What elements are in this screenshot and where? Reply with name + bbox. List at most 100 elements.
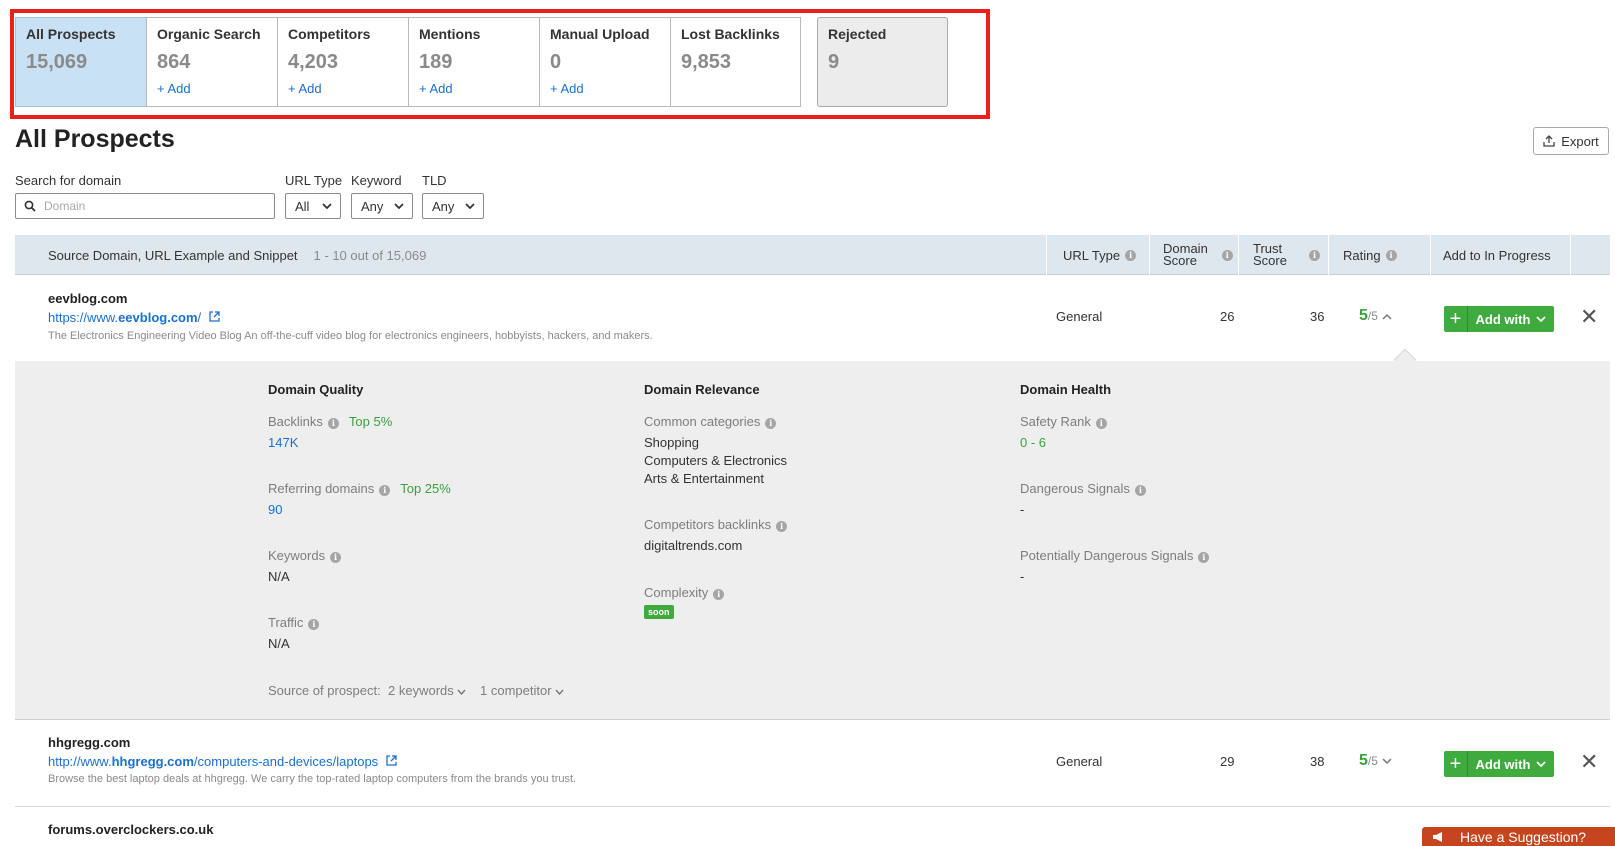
comp-backlinks-value: digitaltrends.com xyxy=(644,538,743,553)
tab-lost-backlinks[interactable]: Lost Backlinks 9,853 xyxy=(670,17,801,107)
header-url-type-label: URL Type xyxy=(1063,247,1121,263)
tab-mentions[interactable]: Mentions 189 + Add xyxy=(408,17,540,107)
row-url-link[interactable]: https://www.eevblog.com/ xyxy=(48,310,220,325)
domain-quality-title: Domain Quality xyxy=(268,382,364,397)
search-input[interactable] xyxy=(44,199,244,213)
info-icon[interactable]: i xyxy=(327,418,339,429)
tld-select[interactable]: Any xyxy=(422,193,484,219)
info-icon[interactable]: i xyxy=(330,552,342,563)
tab-all-prospects[interactable]: All Prospects 15,069 xyxy=(15,17,147,107)
reject-close-icon[interactable]: ✕ xyxy=(1580,749,1598,775)
tab-organic-search[interactable]: Organic Search 864 + Add xyxy=(146,17,278,107)
url-type-select[interactable]: All xyxy=(285,193,341,219)
traffic-label: Traffic i xyxy=(268,615,320,630)
export-button[interactable]: Export xyxy=(1533,127,1609,155)
tab-count: 9,853 xyxy=(681,51,732,73)
rating-max: /5 xyxy=(1367,754,1378,768)
categories-label: Common categories i xyxy=(644,414,777,429)
header-add: Add to In Progress xyxy=(1443,247,1551,263)
add-mentions-link[interactable]: + Add xyxy=(419,81,529,96)
row-domain: forums.overclockers.co.uk xyxy=(48,822,214,837)
info-icon[interactable]: i xyxy=(776,521,788,532)
add-with-dropdown[interactable]: Add with xyxy=(1468,751,1554,777)
keyword-select[interactable]: Any xyxy=(351,193,413,219)
source-label: Source of prospect: xyxy=(268,683,381,698)
domain-relevance-title: Domain Relevance xyxy=(644,382,760,397)
tab-label: Rejected xyxy=(828,26,887,42)
add-with-group: + Add with xyxy=(1444,306,1554,332)
add-with-label: Add with xyxy=(1475,756,1531,772)
chevron-down-icon[interactable] xyxy=(1382,758,1392,765)
info-icon[interactable]: i xyxy=(713,589,725,600)
info-icon[interactable]: i xyxy=(1221,249,1233,261)
info-icon[interactable]: i xyxy=(1134,485,1146,496)
info-icon[interactable]: i xyxy=(1095,418,1107,429)
category-item: Arts & Entertainment xyxy=(644,471,764,486)
domain-health-title: Domain Health xyxy=(1020,382,1112,397)
refdomains-value[interactable]: 90 xyxy=(268,502,282,517)
backlinks-badge: Top 5% xyxy=(348,414,393,429)
rating-value: 5 xyxy=(1359,307,1368,324)
header-trust-score[interactable]: Trust Score i xyxy=(1253,235,1320,275)
add-with-group: + Add with xyxy=(1444,751,1554,777)
row-domain: eevblog.com xyxy=(48,291,128,306)
info-icon[interactable]: i xyxy=(1385,249,1397,261)
row-domain-score: 26 xyxy=(1220,309,1235,324)
add-competitors-link[interactable]: + Add xyxy=(288,81,398,96)
info-icon[interactable]: i xyxy=(379,485,391,496)
header-domain-score-line2: Score xyxy=(1163,253,1197,268)
table-row: eevblog.com https://www.eevblog.com/ The… xyxy=(15,276,1610,362)
keywords-label: Keywords i xyxy=(268,548,342,563)
tab-count: 189 xyxy=(419,51,453,73)
header-url-type[interactable]: URL Type i xyxy=(1063,235,1137,275)
info-icon[interactable]: i xyxy=(1125,249,1137,261)
table-row: hhgregg.com http://www.hhgregg.com/compu… xyxy=(15,721,1610,807)
tab-count: 0 xyxy=(550,51,562,73)
row-rating[interactable]: 5/5 xyxy=(1359,752,1392,770)
source-keywords-dropdown[interactable]: 2 keywords xyxy=(388,683,466,698)
info-icon[interactable]: i xyxy=(1308,249,1320,261)
info-icon[interactable]: i xyxy=(765,418,777,429)
backlinks-value[interactable]: 147K xyxy=(268,435,298,450)
header-range: 1 - 10 out of 15,069 xyxy=(313,247,427,263)
chevron-up-icon[interactable] xyxy=(1382,313,1392,320)
category-item: Computers & Electronics xyxy=(644,453,788,468)
table-row: forums.overclockers.co.uk xyxy=(15,808,1610,846)
row-rating[interactable]: 5/5 xyxy=(1359,307,1392,325)
source-competitor-dropdown[interactable]: 1 competitor xyxy=(480,683,564,698)
suggestion-button[interactable]: Have a Suggestion? xyxy=(1422,827,1615,846)
row-snippet: The Electronics Engineering Video Blog A… xyxy=(48,330,653,342)
tab-competitors[interactable]: Competitors 4,203 + Add xyxy=(277,17,409,107)
external-link-icon[interactable] xyxy=(209,311,220,322)
details-panel: Domain Quality Backlinks i Top 5% 147K Ref… xyxy=(15,348,1610,720)
add-with-dropdown[interactable]: Add with xyxy=(1468,306,1554,332)
tab-manual-upload[interactable]: Manual Upload 0 + Add xyxy=(539,17,671,107)
add-plus-button[interactable]: + xyxy=(1444,751,1468,777)
header-source: Source Domain, URL Example and Snippet 1… xyxy=(48,235,426,275)
rating-value: 5 xyxy=(1359,752,1368,769)
chevron-down-icon xyxy=(1536,315,1547,322)
tab-count: 864 xyxy=(157,51,191,73)
tab-label: Competitors xyxy=(288,26,371,42)
add-organic-link[interactable]: + Add xyxy=(157,81,267,96)
pot-dangerous-value: - xyxy=(1020,569,1025,584)
reject-close-icon[interactable]: ✕ xyxy=(1580,304,1598,330)
tab-rejected[interactable]: Rejected 9 xyxy=(817,17,948,107)
comp-backlinks-label: Competitors backlinks i xyxy=(644,517,788,532)
header-domain-score[interactable]: Domain Score i xyxy=(1163,235,1233,275)
add-plus-button[interactable]: + xyxy=(1444,306,1468,332)
info-icon[interactable]: i xyxy=(1198,552,1210,563)
chevron-down-icon xyxy=(465,203,475,210)
search-icon xyxy=(24,200,36,212)
add-manual-link[interactable]: + Add xyxy=(550,81,660,96)
chevron-down-icon xyxy=(457,689,466,696)
row-url-link[interactable]: http://www.hhgregg.com/computers-and-dev… xyxy=(48,754,397,769)
external-link-icon[interactable] xyxy=(386,755,397,766)
header-source-label: Source Domain, URL Example and Snippet xyxy=(48,247,298,263)
complexity-badge: soon xyxy=(644,605,674,619)
search-box[interactable] xyxy=(15,193,275,219)
dangerous-label: Dangerous Signals i xyxy=(1020,481,1146,496)
tab-label: Organic Search xyxy=(157,26,261,42)
header-rating[interactable]: Rating i xyxy=(1343,235,1397,275)
info-icon[interactable]: i xyxy=(308,619,320,630)
